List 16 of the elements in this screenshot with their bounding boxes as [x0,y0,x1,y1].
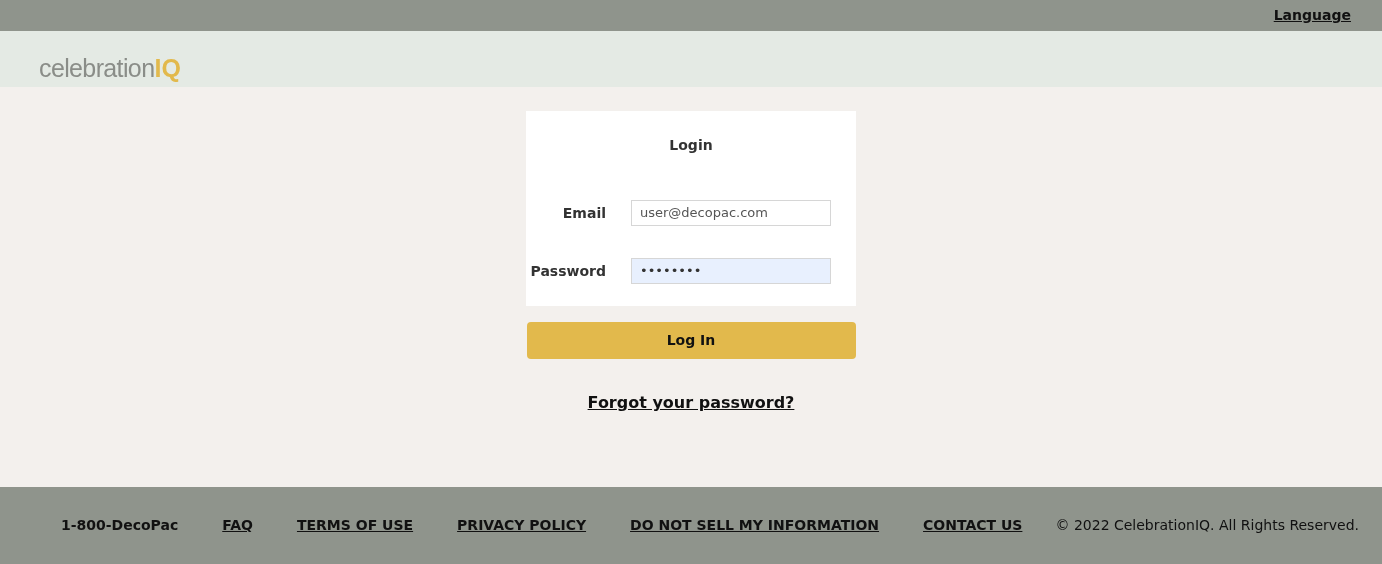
footer-link[interactable]: FAQ [222,515,253,536]
login-title: Login [669,136,713,155]
celebrationiq-logo: celebrationIQ [39,56,181,81]
footer-link[interactable]: TERMS OF USE [296,515,414,536]
language-link[interactable]: Language [1273,5,1351,26]
log-in-button[interactable]: Log In [526,322,856,359]
copyright-text: © 2022 CelebrationIQ. All Rights Reserved. [1055,516,1359,535]
input-field[interactable]: user@decopac.com [631,200,831,226]
field-label: Password [529,261,606,281]
forgot-password-link[interactable]: Forgot your password? [587,391,795,415]
footer-link[interactable]: PRIVACY POLICY [457,515,587,536]
input-field[interactable]: •••••••• [631,258,831,284]
footer-link[interactable]: DO NOT SELL MY INFORMATION [630,515,880,536]
field-label: Email [561,203,606,223]
footer-link[interactable]: CONTACT US [923,515,1023,536]
phone-number: 1-800-DecoPac [61,516,179,535]
